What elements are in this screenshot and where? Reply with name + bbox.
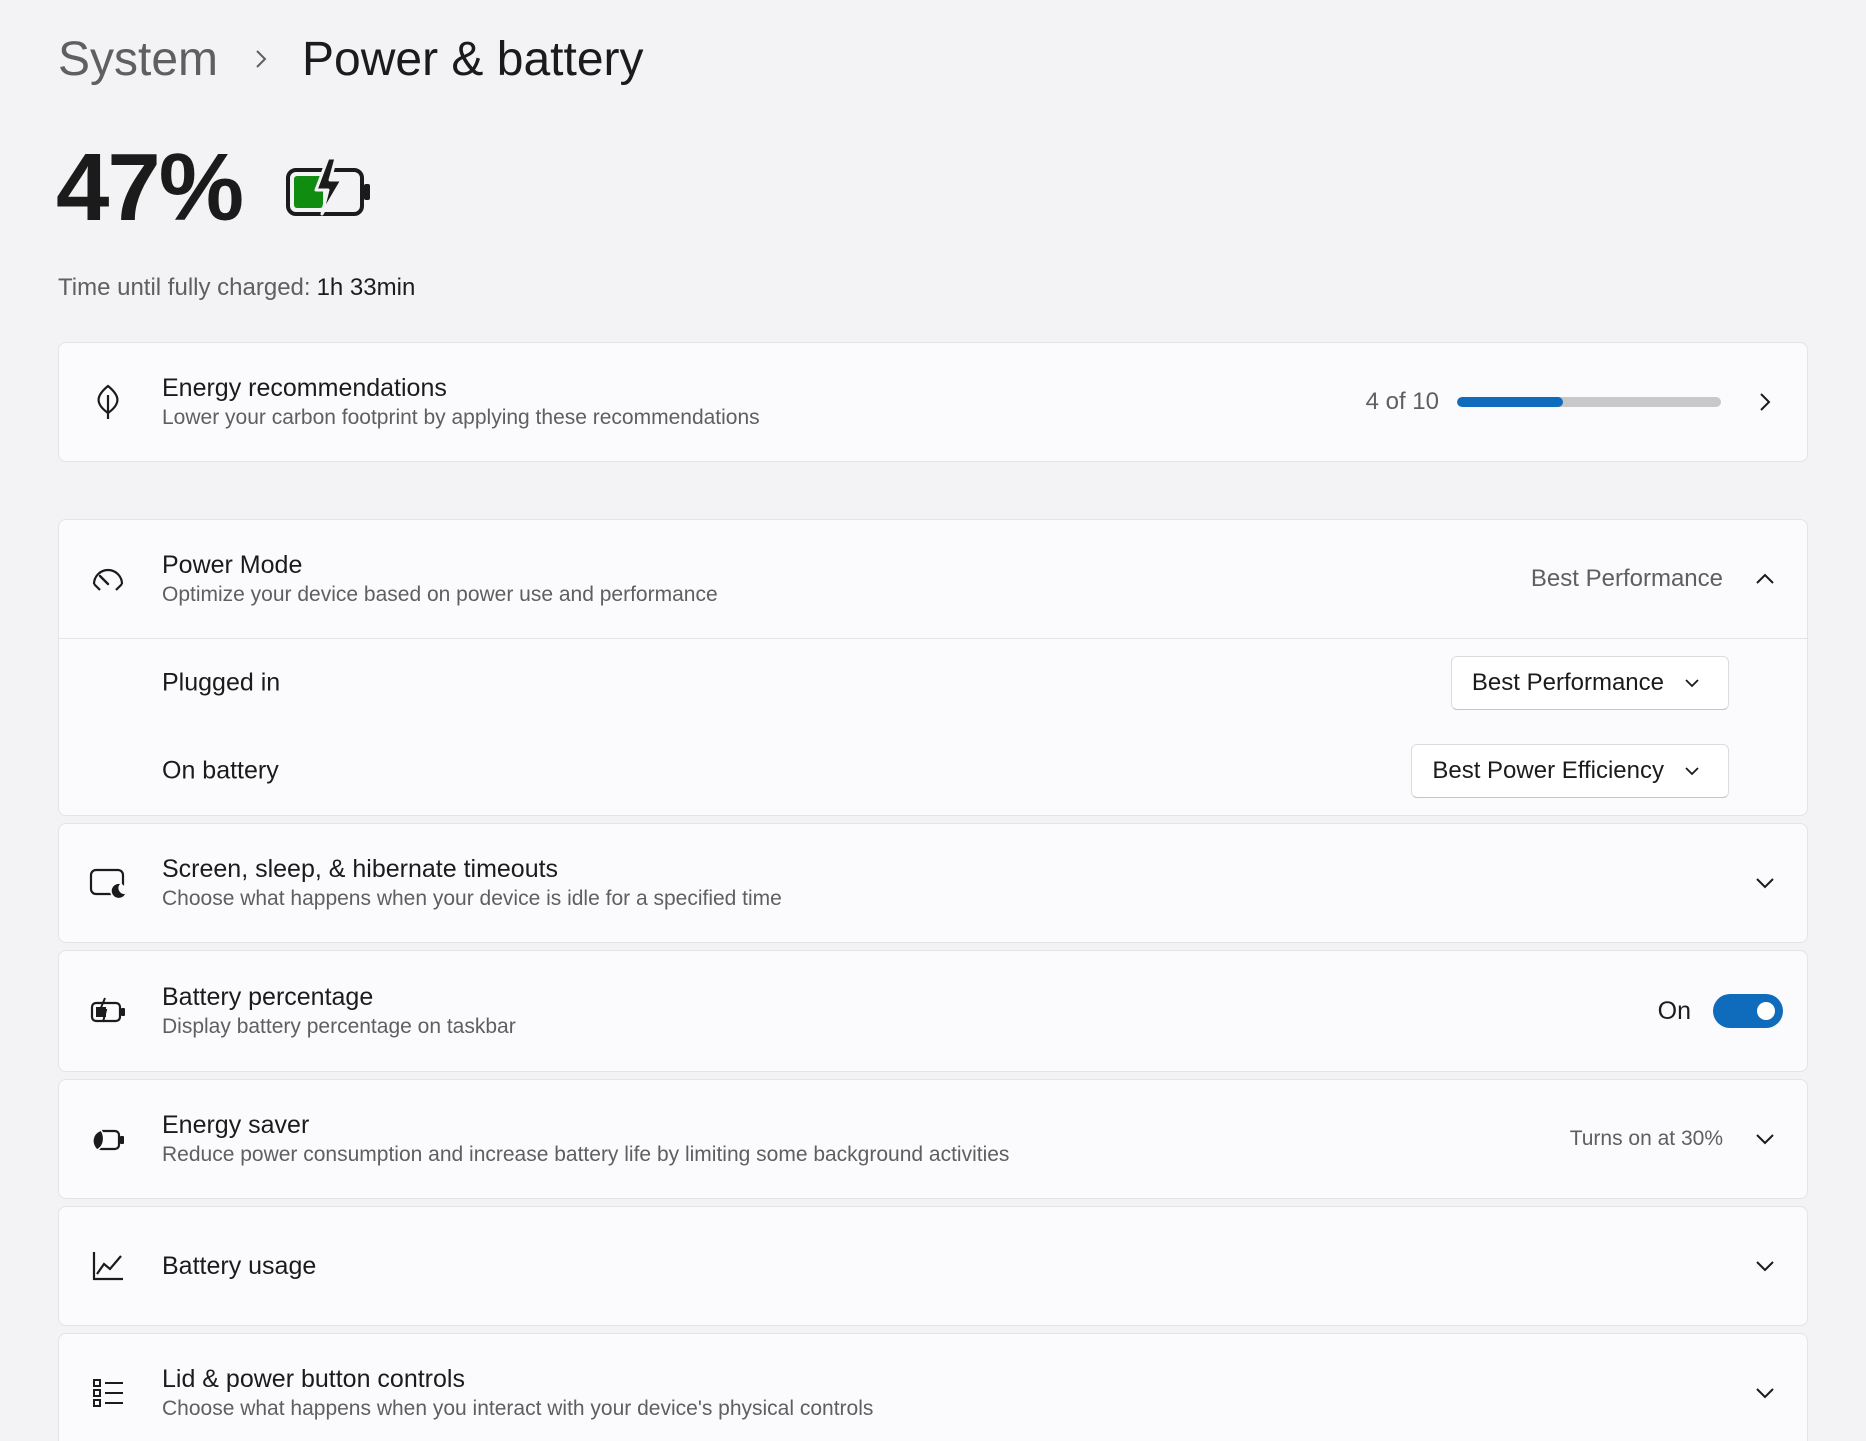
progress-fill bbox=[1457, 397, 1563, 407]
on-battery-dropdown[interactable]: Best Power Efficiency bbox=[1411, 744, 1729, 798]
screen-sleep-icon bbox=[89, 864, 127, 902]
plugged-in-label: Plugged in bbox=[162, 668, 281, 697]
breadcrumb: System Power & battery bbox=[58, 24, 644, 94]
battery-percentage-title: Battery percentage bbox=[162, 983, 374, 1011]
charge-time: Time until fully charged: 1h 33min bbox=[58, 274, 415, 302]
power-mode-current: Best Performance bbox=[1530, 565, 1723, 592]
lid-power-title: Lid & power button controls bbox=[162, 1365, 465, 1393]
on-battery-label: On battery bbox=[162, 756, 279, 785]
battery-percentage-toggle[interactable] bbox=[1713, 994, 1783, 1028]
energy-saver-subtitle: Reduce power consumption and increase ba… bbox=[162, 1143, 1010, 1166]
screen-sleep-title: Screen, sleep, & hibernate timeouts bbox=[162, 855, 559, 883]
plugged-in-row: Plugged in Best Performance bbox=[59, 639, 1807, 727]
speedometer-icon bbox=[89, 560, 127, 598]
power-mode-card: Power Mode Optimize your device based on… bbox=[58, 519, 1808, 816]
chevron-down-icon bbox=[1747, 1248, 1783, 1284]
charge-time-label: Time until fully charged: bbox=[58, 274, 311, 301]
chevron-right-icon bbox=[1747, 384, 1783, 420]
battery-percentage-card: Battery percentage Display battery perce… bbox=[58, 950, 1808, 1072]
lid-power-subtitle: Choose what happens when you interact wi… bbox=[162, 1397, 874, 1420]
charging-battery-icon bbox=[286, 156, 371, 216]
lid-power-card[interactable]: Lid & power button controls Choose what … bbox=[58, 1333, 1808, 1441]
charge-time-value: 1h 33min bbox=[316, 274, 416, 301]
energy-saver-card[interactable]: Energy saver Reduce power consumption an… bbox=[58, 1079, 1808, 1199]
battery-summary: 47% bbox=[56, 140, 372, 236]
on-battery-value: Best Power Efficiency bbox=[1432, 757, 1664, 784]
energy-saver-icon bbox=[89, 1120, 127, 1158]
battery-percentage-state: On bbox=[1657, 996, 1691, 1025]
settings-page: System Power & battery 47% Time until fu… bbox=[0, 0, 1866, 1441]
line-chart-icon bbox=[89, 1247, 127, 1285]
breadcrumb-system-link[interactable]: System bbox=[58, 32, 218, 87]
chevron-down-icon bbox=[1747, 865, 1783, 901]
plugged-in-value: Best Performance bbox=[1471, 669, 1664, 696]
chevron-right-icon bbox=[246, 44, 276, 74]
battery-usage-card[interactable]: Battery usage bbox=[58, 1206, 1808, 1326]
power-mode-header[interactable]: Power Mode Optimize your device based on… bbox=[59, 520, 1807, 638]
energy-saver-title: Energy saver bbox=[162, 1111, 310, 1139]
on-battery-row: On battery Best Power Efficiency bbox=[59, 727, 1807, 815]
battery-percent: 47% bbox=[56, 134, 244, 241]
energy-recommendations-card[interactable]: Energy recommendations Lower your carbon… bbox=[58, 342, 1808, 462]
energy-recommendations-subtitle: Lower your carbon footprint by applying … bbox=[162, 406, 760, 429]
chevron-down-icon bbox=[1747, 1375, 1783, 1411]
energy-saver-status: Turns on at 30% bbox=[1569, 1127, 1723, 1150]
battery-usage-title: Battery usage bbox=[162, 1252, 317, 1280]
recommendations-progress: 4 of 10 bbox=[1366, 388, 1747, 416]
screen-sleep-subtitle: Choose what happens when your device is … bbox=[162, 887, 782, 910]
progress-bar bbox=[1457, 397, 1721, 407]
chevron-down-icon bbox=[1680, 759, 1704, 783]
chevron-down-icon bbox=[1747, 1121, 1783, 1157]
leaf-icon bbox=[89, 383, 127, 421]
list-controls-icon bbox=[89, 1374, 127, 1412]
chevron-up-icon[interactable] bbox=[1747, 561, 1783, 597]
battery-percentage-subtitle: Display battery percentage on taskbar bbox=[162, 1015, 516, 1038]
energy-recommendations-title: Energy recommendations bbox=[162, 374, 447, 402]
battery-percent-icon bbox=[89, 992, 127, 1030]
plugged-in-dropdown[interactable]: Best Performance bbox=[1450, 656, 1729, 710]
power-mode-title: Power Mode bbox=[162, 551, 303, 579]
page-title: Power & battery bbox=[302, 32, 644, 86]
toggle-knob bbox=[1757, 1002, 1775, 1020]
recommendations-count: 4 of 10 bbox=[1365, 388, 1439, 415]
screen-sleep-card[interactable]: Screen, sleep, & hibernate timeouts Choo… bbox=[58, 823, 1808, 943]
chevron-down-icon bbox=[1680, 671, 1704, 695]
power-mode-subtitle: Optimize your device based on power use … bbox=[162, 583, 718, 606]
